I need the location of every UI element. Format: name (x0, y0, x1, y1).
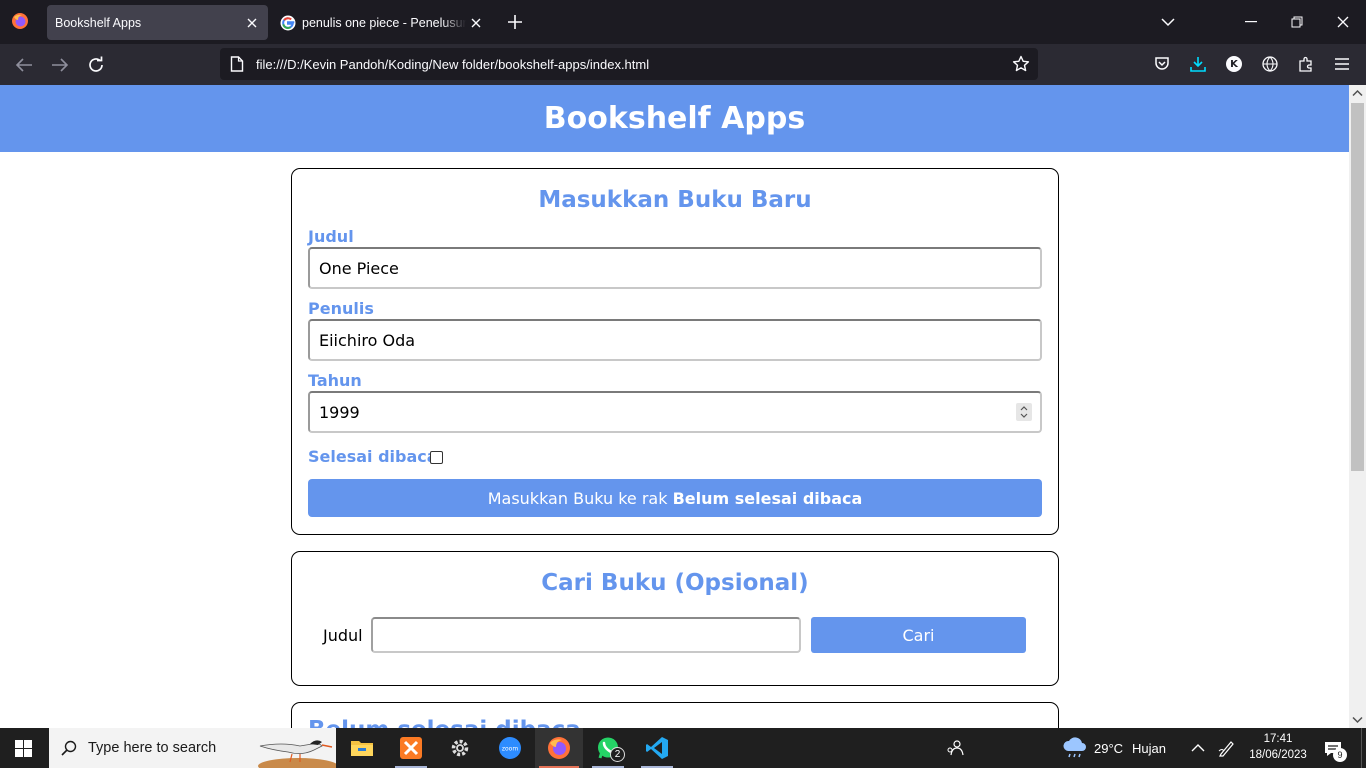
taskbar-zoom[interactable]: zoom (486, 728, 534, 768)
taskbar-search-box[interactable]: Type here to search (49, 728, 336, 768)
submit-book-button[interactable]: Masukkan Buku ke rak Belum selesai dibac… (308, 479, 1042, 517)
tab-bookshelf-apps[interactable]: Bookshelf Apps (47, 5, 268, 40)
clock-time: 17:41 (1263, 733, 1293, 745)
reload-icon[interactable] (85, 54, 107, 76)
is-complete-checkbox[interactable] (430, 451, 443, 464)
extensions-puzzle-icon[interactable] (1296, 54, 1316, 74)
address-bar[interactable]: file:///D:/Kevin Pandoh/Koding/New folde… (220, 48, 1038, 80)
title-label: Judul (308, 227, 354, 246)
windows-taskbar: Type here to search zoom 2 29°C Hujan 17… (0, 728, 1366, 768)
number-spinner-icon[interactable] (1016, 403, 1032, 421)
tab-title: penulis one piece - Penelusuran (302, 15, 466, 30)
scroll-up-icon[interactable] (1352, 88, 1363, 99)
vscode-icon (646, 737, 668, 759)
taskbar-xampp[interactable] (387, 728, 435, 768)
taskbar-firefox[interactable] (535, 728, 583, 768)
list-all-tabs-icon[interactable] (1158, 12, 1178, 32)
book-year-value: 1999 (319, 402, 360, 422)
url-text: file:///D:/Kevin Pandoh/Koding/New folde… (256, 56, 650, 72)
search-section: Cari Buku (Opsional) Judul Cari (291, 551, 1059, 686)
book-title-input[interactable]: One Piece (308, 247, 1042, 289)
page-scrollbar[interactable] (1349, 85, 1366, 728)
back-arrow-icon[interactable] (13, 54, 35, 76)
svg-text:zoom: zoom (502, 746, 518, 753)
book-year-input[interactable]: 1999 (308, 391, 1042, 433)
submit-button-shelf: Belum selesai dibaca (672, 488, 863, 508)
scroll-down-icon[interactable] (1352, 714, 1363, 725)
taskbar-settings[interactable] (436, 728, 484, 768)
show-desktop-button[interactable] (1361, 728, 1362, 768)
minimize-icon[interactable] (1241, 12, 1261, 32)
scrollbar-thumb[interactable] (1351, 103, 1364, 471)
settings-gear-icon (451, 739, 469, 757)
close-tab-icon[interactable] (466, 13, 486, 33)
profile-initial: K (1226, 56, 1242, 72)
search-title-input[interactable] (371, 617, 801, 653)
incomplete-bookshelf-title: Belum selesai dibaca (308, 717, 581, 728)
people-icon[interactable] (946, 728, 964, 768)
google-icon (280, 15, 296, 31)
hamburger-menu-icon[interactable] (1332, 54, 1352, 74)
system-clock[interactable]: 17:41 18/06/2023 (1245, 731, 1311, 763)
book-title-value: One Piece (319, 258, 399, 278)
search-highlight-bird-icon (252, 732, 336, 768)
zoom-icon: zoom (499, 737, 521, 759)
new-tab-icon[interactable] (505, 12, 525, 32)
pocket-icon[interactable] (1152, 54, 1172, 74)
weather-temperature: 29°C (1094, 740, 1124, 756)
close-window-icon[interactable] (1333, 12, 1353, 32)
search-placeholder: Type here to search (88, 740, 217, 756)
weather-description: Hujan (1132, 740, 1166, 756)
page-viewport: Bookshelf Apps Masukkan Buku Baru Judul … (0, 85, 1349, 728)
globe-extension-icon[interactable] (1260, 54, 1280, 74)
taskbar-file-explorer[interactable] (338, 728, 386, 768)
input-section: Masukkan Buku Baru Judul One Piece Penul… (291, 168, 1059, 535)
xampp-icon (400, 737, 422, 759)
browser-tab-strip: Bookshelf Apps penulis one piece - Penel… (0, 0, 1366, 44)
search-section-title: Cari Buku (Opsional) (541, 570, 809, 596)
windows-start-icon[interactable] (15, 740, 32, 757)
taskbar-vscode[interactable] (633, 728, 681, 768)
account-avatar-icon[interactable]: K (1224, 54, 1244, 74)
chevron-up-icon[interactable] (1191, 728, 1205, 768)
tab-title: Bookshelf Apps (55, 15, 142, 30)
book-author-value: Eiichiro Oda (319, 330, 416, 350)
search-title-label: Judul (323, 626, 363, 645)
close-tab-icon[interactable] (242, 13, 262, 33)
app-header: Bookshelf Apps (0, 85, 1349, 152)
book-author-input[interactable]: Eiichiro Oda (308, 319, 1042, 361)
author-label: Penulis (308, 299, 374, 318)
input-section-title: Masukkan Buku Baru (538, 187, 812, 213)
downloads-icon[interactable] (1188, 54, 1208, 74)
restore-icon[interactable] (1287, 12, 1307, 32)
firefox-icon (548, 737, 570, 759)
whatsapp-unread-badge: 2 (610, 747, 625, 762)
incomplete-bookshelf-section: Belum selesai dibaca (291, 702, 1059, 728)
clock-date: 18/06/2023 (1249, 749, 1307, 761)
file-explorer-icon (351, 741, 373, 756)
forward-arrow-icon[interactable] (49, 54, 71, 76)
search-submit-button[interactable]: Cari (811, 617, 1026, 653)
pen-workspace-icon[interactable] (1218, 728, 1236, 768)
taskbar-whatsapp[interactable]: 2 (584, 728, 632, 768)
firefox-menu-icon[interactable] (11, 12, 29, 30)
submit-button-prefix: Masukkan Buku ke rak (487, 488, 673, 508)
year-label: Tahun (308, 371, 362, 390)
page-document-icon (230, 56, 246, 72)
search-icon (61, 740, 77, 756)
is-complete-label: Selesai dibaca (308, 447, 438, 466)
weather-rain-icon[interactable] (1062, 728, 1088, 768)
notification-count-badge: 9 (1333, 748, 1347, 762)
tab-google-search[interactable]: penulis one piece - Penelusuran (274, 5, 492, 40)
bookmark-star-icon[interactable] (1012, 55, 1030, 73)
